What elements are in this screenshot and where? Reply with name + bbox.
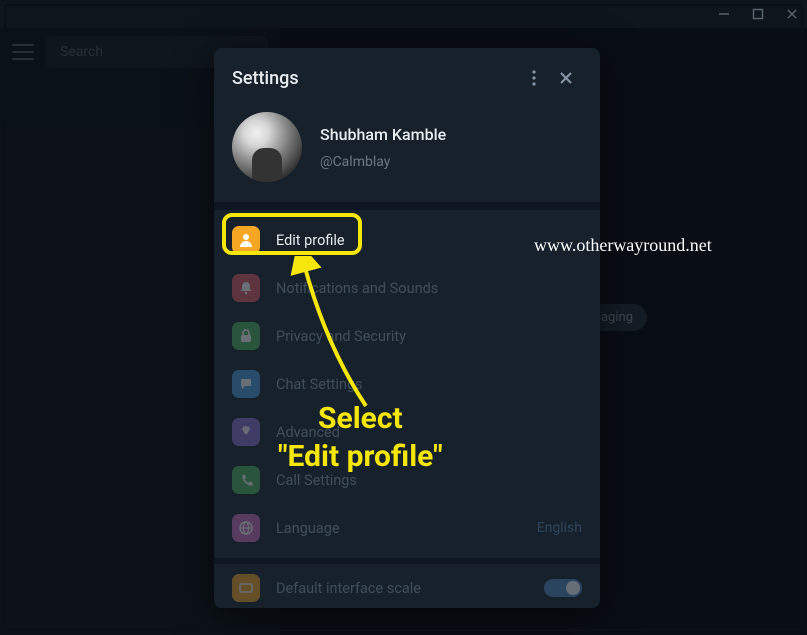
gear-icon: [232, 418, 260, 446]
bell-icon: [232, 274, 260, 302]
menu-item-interface-scale[interactable]: Default interface scale: [214, 564, 600, 608]
kebab-icon: [532, 70, 536, 86]
menu-item-language[interactable]: Language English: [214, 504, 600, 552]
chat-icon: [232, 370, 260, 398]
more-options-button[interactable]: [518, 62, 550, 94]
menu-item-advanced[interactable]: Advanced: [214, 408, 600, 456]
settings-panel: Settings Shubham Kamble @Calmblay Edit p…: [214, 48, 600, 608]
menu-label: Call Settings: [276, 472, 582, 489]
lock-icon: [232, 322, 260, 350]
settings-title: Settings: [232, 68, 518, 89]
scale-toggle[interactable]: [544, 579, 582, 597]
menu-label: Default interface scale: [276, 580, 528, 597]
menu-label: Language: [276, 520, 521, 537]
scale-icon: [232, 574, 260, 602]
person-icon: [232, 226, 260, 254]
menu-label: Chat Settings: [276, 376, 582, 393]
menu-label: Advanced: [276, 424, 582, 441]
profile-name: Shubham Kamble: [320, 125, 446, 144]
section-divider: [214, 202, 600, 210]
settings-menu: Edit profile Notifications and Sounds Pr…: [214, 210, 600, 608]
menu-item-privacy[interactable]: Privacy and Security: [214, 312, 600, 360]
close-icon: [559, 71, 573, 85]
avatar[interactable]: [232, 112, 302, 182]
close-settings-button[interactable]: [550, 62, 582, 94]
menu-label: Privacy and Security: [276, 328, 582, 345]
phone-icon: [232, 466, 260, 494]
menu-item-edit-profile[interactable]: Edit profile: [214, 216, 600, 264]
menu-label: Notifications and Sounds: [276, 280, 582, 297]
menu-item-calls[interactable]: Call Settings: [214, 456, 600, 504]
language-value: English: [537, 520, 582, 536]
menu-item-notifications[interactable]: Notifications and Sounds: [214, 264, 600, 312]
menu-label: Edit profile: [276, 232, 582, 249]
menu-item-chat[interactable]: Chat Settings: [214, 360, 600, 408]
profile-handle: @Calmblay: [320, 154, 446, 170]
globe-icon: [232, 514, 260, 542]
